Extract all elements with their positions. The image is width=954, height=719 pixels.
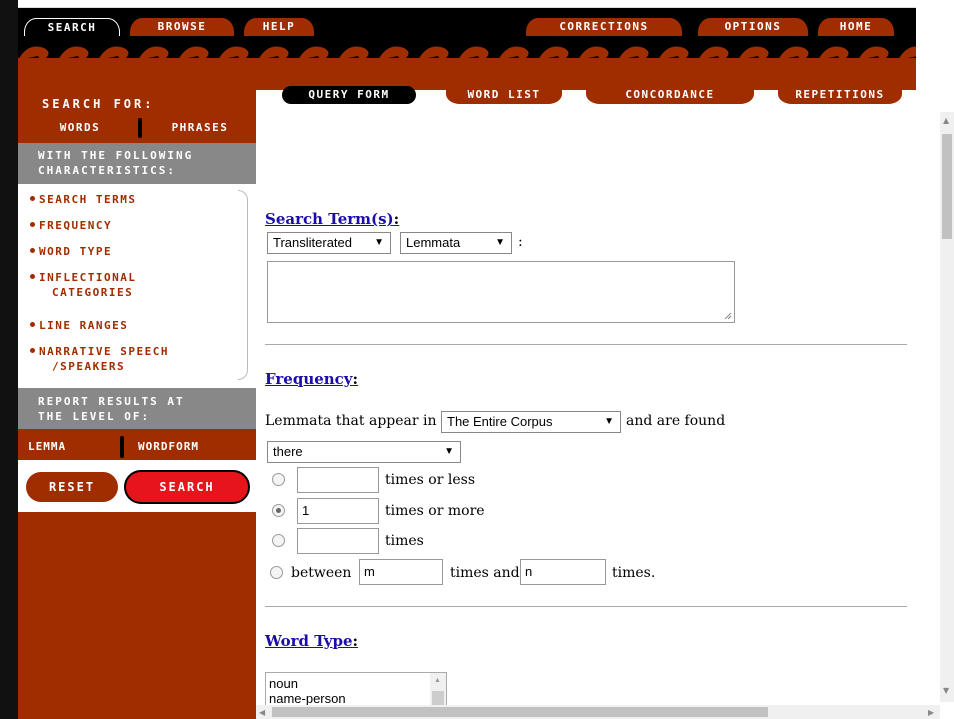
bullet-icon	[30, 274, 35, 279]
search-terms-heading[interactable]: Search Term(s):	[265, 210, 399, 228]
times-exact-label: times	[385, 533, 424, 549]
vertical-scrollbar[interactable]: ▲ ▼	[940, 112, 954, 702]
location-select[interactable]: there ▼	[267, 441, 461, 463]
section-divider	[265, 344, 907, 345]
select-trailing-colon: :	[518, 234, 523, 250]
times-or-more-input[interactable]: 1	[297, 498, 379, 524]
scroll-down-icon[interactable]: ▼	[943, 686, 949, 695]
bullet-icon	[30, 322, 35, 327]
times-or-less-input[interactable]	[297, 467, 379, 493]
window-left-frame	[0, 0, 18, 719]
between-label: between	[291, 565, 352, 581]
frequency-heading[interactable]: Frequency:	[265, 370, 358, 388]
char-link-frequency[interactable]: FREQUENCY	[30, 218, 112, 233]
nav-tab-help[interactable]: HELP	[244, 18, 314, 36]
bullet-icon	[30, 196, 35, 201]
notch-decoration	[114, 502, 128, 510]
nav-tab-home[interactable]: HOME	[818, 18, 894, 36]
characteristics-list: SEARCH TERMS FREQUENCY WORD TYPE INFLECT…	[18, 184, 256, 388]
list-item[interactable]: name-person	[266, 691, 446, 706]
tab-word-list[interactable]: WORD LIST	[446, 86, 562, 104]
list-item[interactable]: noun	[266, 673, 446, 691]
characteristics-header-line2: CHARACTERISTICS:	[38, 164, 176, 177]
vertical-scroll-thumb[interactable]	[942, 134, 952, 239]
dropdown-arrow-icon: ▼	[604, 416, 614, 427]
window-right-gap	[916, 0, 954, 125]
nav-tab-options[interactable]: OPTIONS	[698, 18, 808, 36]
times-or-more-label: times or more	[385, 503, 485, 519]
radio-between[interactable]	[270, 566, 283, 579]
between-n-input[interactable]: n	[520, 559, 606, 585]
radio-times-or-more[interactable]	[272, 504, 285, 517]
char-link-line-ranges[interactable]: LINE RANGES	[30, 318, 128, 333]
scroll-up-icon[interactable]: ▲	[434, 677, 441, 684]
dropdown-arrow-icon: ▼	[444, 446, 454, 457]
section-divider	[265, 606, 907, 607]
script-select[interactable]: Transliterated ▼	[267, 232, 391, 254]
horizontal-scroll-thumb[interactable]	[272, 707, 768, 717]
phrases-tab[interactable]: PHRASES	[144, 118, 256, 138]
search-button[interactable]: SEARCH	[124, 470, 250, 504]
list-bracket-decoration	[238, 190, 248, 380]
window-top-strip	[0, 0, 954, 8]
search-terms-textarea[interactable]	[267, 261, 735, 323]
nav-tab-search[interactable]: SEARCH	[24, 18, 120, 36]
reset-button[interactable]: RESET	[26, 472, 118, 502]
nav-tab-browse[interactable]: BROWSE	[130, 18, 234, 36]
frequency-prefix-text: Lemmata that appear in	[265, 413, 437, 429]
tab-query-form[interactable]: QUERY FORM	[282, 86, 416, 104]
dropdown-arrow-icon: ▼	[374, 237, 384, 248]
dropdown-arrow-icon: ▼	[495, 237, 505, 248]
characteristics-header: WITH THE FOLLOWING CHARACTERISTICS:	[18, 143, 256, 184]
times-and-label: times and	[450, 565, 520, 581]
bullet-icon	[30, 222, 35, 227]
lemma-tab[interactable]: LEMMA	[28, 438, 118, 456]
frequency-suffix-text: and are found	[626, 413, 726, 429]
tab-repetitions[interactable]: REPETITIONS	[778, 86, 902, 104]
bullet-icon	[30, 248, 35, 253]
characteristics-header-line1: WITH THE FOLLOWING	[38, 149, 194, 162]
report-header-line2: THE LEVEL OF:	[38, 410, 151, 423]
scroll-left-icon[interactable]: ◀	[259, 708, 265, 717]
radio-times-or-less[interactable]	[272, 473, 285, 486]
radio-times-exact[interactable]	[272, 534, 285, 547]
report-level-header: REPORT RESULTS AT THE LEVEL OF:	[18, 388, 256, 429]
wordform-tab[interactable]: WORDFORM	[138, 438, 250, 456]
bullet-icon	[30, 348, 35, 353]
tab-divider	[120, 436, 124, 458]
char-link-inflectional[interactable]: INFLECTIONAL CATEGORIES	[30, 270, 136, 300]
scroll-up-icon[interactable]: ▲	[943, 116, 949, 125]
horizontal-scrollbar[interactable]: ◀ ▶	[256, 705, 940, 719]
resize-handle-icon[interactable]	[724, 312, 732, 320]
times-or-less-label: times or less	[385, 472, 476, 488]
report-header-line1: REPORT RESULTS AT	[38, 395, 185, 408]
scroll-right-icon[interactable]: ▶	[928, 708, 934, 717]
words-tab[interactable]: WORDS	[24, 118, 136, 138]
char-link-word-type[interactable]: WORD TYPE	[30, 244, 112, 259]
between-m-input[interactable]: m	[359, 559, 443, 585]
top-banner: SEARCH BROWSE HELP CORRECTIONS OPTIONS H…	[18, 8, 916, 90]
word-type-heading[interactable]: Word Type:	[265, 632, 358, 650]
tab-divider	[138, 118, 142, 138]
corpus-select[interactable]: The Entire Corpus ▼	[441, 411, 621, 433]
nav-tab-corrections[interactable]: CORRECTIONS	[526, 18, 682, 36]
char-link-narrative[interactable]: NARRATIVE SPEECH /SPEAKERS	[30, 344, 169, 374]
char-link-search-terms[interactable]: SEARCH TERMS	[30, 192, 136, 207]
wave-pattern-decoration	[18, 46, 916, 90]
times-end-label: times.	[612, 565, 656, 581]
left-sidebar: SEARCH FOR: WORDS PHRASES WITH THE FOLLO…	[18, 90, 256, 719]
search-for-label: SEARCH FOR:	[42, 97, 155, 111]
query-form-content: Search Term(s): Transliterated ▼ Lemmata ▼…	[256, 104, 916, 719]
tab-concordance[interactable]: CONCORDANCE	[586, 86, 754, 104]
times-exact-input[interactable]	[297, 528, 379, 554]
form-select[interactable]: Lemmata ▼	[400, 232, 512, 254]
